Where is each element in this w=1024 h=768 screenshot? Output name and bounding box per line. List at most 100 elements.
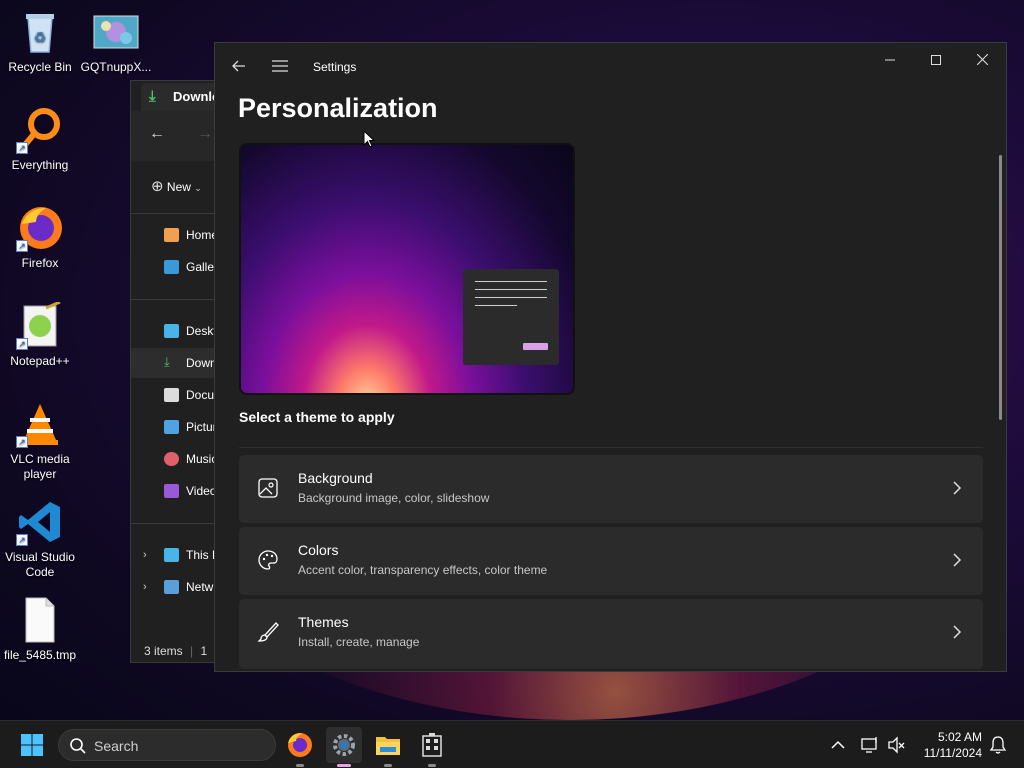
desktop-icon-firefox[interactable]: ↗ Firefox <box>0 204 80 271</box>
background-card[interactable]: Background Background image, color, slid… <box>239 455 983 523</box>
everything-search-icon: ↗ <box>16 106 64 154</box>
back-arrow-icon[interactable]: ← <box>149 125 165 143</box>
shortcut-arrow-icon: ↗ <box>16 436 28 448</box>
desktop-icon-image-file[interactable]: GQTnuppX... <box>76 14 156 75</box>
desktop-icon-tmp-file[interactable]: file_5485.tmp <box>0 596 80 663</box>
music-icon <box>164 452 179 466</box>
desktop-icon-label: file_5485.tmp <box>3 648 77 662</box>
desktop-folder-icon <box>164 324 179 338</box>
search-icon <box>70 738 86 754</box>
desktop-icon-label: VLC media player <box>10 452 70 481</box>
taskbar-settings[interactable] <box>326 727 362 767</box>
brush-icon <box>257 622 279 642</box>
taskbar-search[interactable]: Search <box>58 729 276 761</box>
vscode-icon: ↗ <box>16 498 64 546</box>
desktop-icon-vlc[interactable]: ↗ VLC media player <box>0 400 80 482</box>
taskbar-file-explorer[interactable] <box>370 727 406 767</box>
divider <box>239 447 983 448</box>
chevron-down-icon: ⌄ <box>194 183 202 193</box>
preview-line <box>475 305 517 306</box>
shortcut-arrow-icon: ↗ <box>16 240 28 252</box>
menu-button[interactable] <box>265 51 295 81</box>
close-icon <box>976 53 988 66</box>
firefox-icon <box>288 733 312 757</box>
status-separator: | <box>190 644 194 658</box>
themes-card[interactable]: Themes Install, create, manage <box>239 599 983 669</box>
recycle-bin-icon: ♻ <box>16 8 64 56</box>
document-icon <box>164 388 179 402</box>
chevron-right-icon: › <box>143 549 147 561</box>
nav-item-label: Video <box>186 484 217 498</box>
card-title: Themes <box>298 614 349 630</box>
preview-window-thumbnail <box>463 269 559 365</box>
desktop-icon-label: Everything <box>11 158 69 172</box>
download-icon: ⤓ <box>149 88 156 105</box>
page-title: Personalization <box>238 93 438 123</box>
preview-accent-button <box>523 343 548 350</box>
folder-icon <box>376 737 400 755</box>
tree-item-label: Netw <box>186 580 214 594</box>
mouse-cursor-icon <box>363 130 375 148</box>
taskbar: Search 5:02 AM 11/11/2024 <box>0 720 1024 768</box>
running-indicator <box>296 764 304 767</box>
desktop-icon-label: Recycle Bin <box>8 60 72 74</box>
clock-date: 11/11/2024 <box>923 746 982 760</box>
settings-window[interactable]: Settings Personalization Select a theme … <box>214 42 1007 672</box>
speaker-muted-icon[interactable] <box>886 735 906 755</box>
blank-file-icon <box>16 596 64 644</box>
new-button[interactable]: ⊕ New ⌄ <box>151 177 202 195</box>
minimize-button[interactable] <box>867 43 913 77</box>
theme-preview[interactable] <box>239 143 575 395</box>
network-monitor-icon[interactable] <box>860 735 880 755</box>
maximize-button[interactable] <box>913 43 959 77</box>
vlc-icon: ↗ <box>16 400 64 448</box>
status-bar: 3 items | 1 <box>144 644 207 658</box>
shortcut-arrow-icon: ↗ <box>16 534 28 546</box>
svg-text:♻: ♻ <box>34 30 47 46</box>
system-clock[interactable]: 5:02 AM 11/11/2024 <box>924 729 982 761</box>
clock-time: 5:02 AM <box>937 730 982 744</box>
card-subtitle: Accent color, transparency effects, colo… <box>298 563 548 577</box>
video-icon <box>164 484 179 498</box>
chevron-up-icon[interactable] <box>828 735 848 755</box>
taskbar-firefox[interactable] <box>282 727 318 767</box>
nav-item-label: Pictur <box>186 420 217 434</box>
nav-item-label: Docu <box>186 388 215 402</box>
active-indicator <box>337 764 351 767</box>
computer-icon <box>164 548 179 562</box>
download-icon: ⤓ <box>164 354 170 369</box>
running-indicator <box>428 764 436 767</box>
close-button[interactable] <box>959 43 1005 77</box>
nav-item-label: Down <box>186 356 217 370</box>
taskbar-app-grid[interactable] <box>414 727 450 767</box>
window-title: Settings <box>313 60 357 74</box>
desktop-icon-label: Notepad++ <box>10 354 70 368</box>
shortcut-arrow-icon: ↗ <box>16 142 28 154</box>
desktop-icon-notepadpp[interactable]: ↗ Notepad++ <box>0 300 80 369</box>
explorer-tab-label: Downlo <box>173 89 220 104</box>
windows-logo-icon <box>21 734 43 756</box>
preview-line <box>475 289 547 290</box>
gear-icon <box>333 734 355 756</box>
back-button[interactable] <box>224 51 254 81</box>
card-subtitle: Install, create, manage <box>298 635 420 649</box>
hamburger-icon <box>272 60 288 72</box>
notepad-plus-plus-icon: ↗ <box>16 300 64 350</box>
forward-arrow-icon[interactable]: → <box>197 125 213 143</box>
colors-card[interactable]: Colors Accent color, transparency effect… <box>239 527 983 595</box>
desktop-icon-label: Visual Studio Code <box>5 550 75 579</box>
preview-line <box>475 297 547 298</box>
maximize-icon <box>931 55 941 65</box>
scrollbar[interactable] <box>999 155 1002 420</box>
title-bar[interactable]: Settings <box>215 43 1006 91</box>
plus-circle-icon: ⊕ <box>151 178 164 195</box>
desktop-icon-recycle-bin[interactable]: ♻ Recycle Bin <box>0 8 80 75</box>
minimize-icon <box>885 59 895 61</box>
desktop-icon-everything[interactable]: ↗ Everything <box>0 106 80 173</box>
notification-bell-icon[interactable] <box>988 735 1008 755</box>
desktop-icon-vscode[interactable]: ↗ Visual Studio Code <box>0 498 80 580</box>
palette-icon <box>258 550 278 570</box>
nav-item-label: Music <box>186 452 218 466</box>
chevron-right-icon <box>953 481 962 495</box>
start-button[interactable] <box>14 727 50 763</box>
